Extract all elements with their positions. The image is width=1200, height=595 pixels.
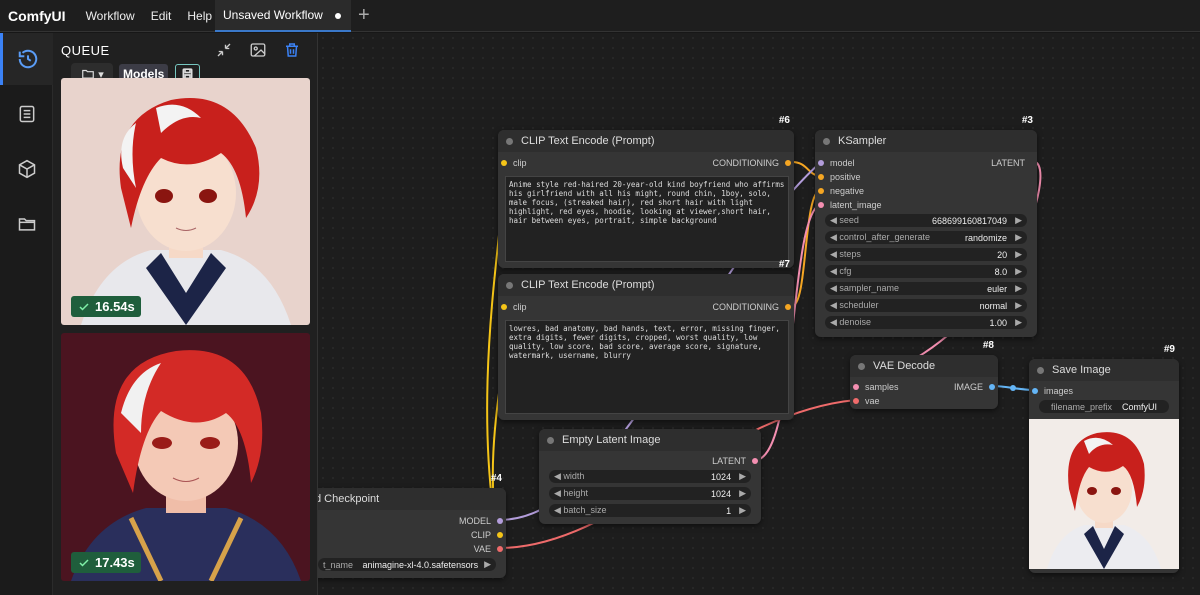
input-positive[interactable]: positive	[818, 172, 861, 182]
output-clip[interactable]: CLIP	[471, 530, 503, 540]
output-conditioning[interactable]: CONDITIONING	[713, 302, 791, 312]
plus-icon[interactable]: +	[358, 4, 370, 27]
input-latent-image[interactable]: latent_image	[818, 200, 882, 210]
collapse-icon[interactable]	[215, 41, 235, 61]
node-title: Empty Latent Image	[562, 434, 661, 446]
top-bar: ComfyUI Workflow Edit Help Unsaved Workf…	[0, 0, 1200, 32]
save-image-node[interactable]: #9 Save Image images filename_prefix Comf…	[1029, 344, 1179, 573]
folder-icon[interactable]	[0, 198, 53, 250]
node-id: #9	[1163, 344, 1175, 355]
queue-title: QUEUE	[61, 43, 110, 58]
queue-result-image[interactable]: 16.54s	[61, 78, 310, 325]
node-status-icon	[506, 137, 513, 145]
input-negative[interactable]: negative	[818, 186, 864, 196]
node-id: #7	[778, 259, 790, 270]
ksampler-node[interactable]: #3 KSampler model positive negative late…	[815, 115, 1037, 337]
widget-filename-prefix[interactable]: filename_prefix ComfyUI	[1039, 400, 1169, 413]
widget-height[interactable]: ◀ height 1024 ▶	[549, 487, 751, 500]
clip-text-encode-node-positive[interactable]: #6 CLIP Text Encode (Prompt) clip CONDIT…	[498, 115, 794, 268]
node-status-icon	[823, 137, 830, 145]
input-clip[interactable]: clip	[501, 158, 527, 168]
empty-latent-image-node[interactable]: Empty Latent Image LATENT ◀ width 1024 ▶ ◀…	[539, 429, 761, 524]
duration-text: 16.54s	[95, 299, 135, 314]
widget-control-after-generate[interactable]: ◀ control_after_generate randomize ▶	[825, 231, 1027, 244]
menu-workflow[interactable]: Workflow	[78, 9, 143, 23]
output-latent[interactable]: LATENT	[712, 456, 758, 466]
widget-scheduler[interactable]: ◀ scheduler normal ▶	[825, 299, 1027, 312]
node-title: VAE Decode	[873, 360, 936, 372]
prompt-textarea[interactable]: Anime style red-haired 20-year-old kind …	[505, 176, 789, 262]
output-image[interactable]: IMAGE	[954, 382, 995, 392]
trash-icon[interactable]	[283, 41, 303, 61]
widget-sampler-name[interactable]: ◀ sampler_name euler ▶	[825, 282, 1027, 295]
node-id: #8	[982, 340, 994, 351]
node-status-icon	[858, 362, 865, 370]
node-id: #3	[1021, 115, 1033, 126]
queue-panel: QUEUE ▾ Models 16.54s 17.43s	[53, 33, 318, 595]
image-icon[interactable]	[249, 41, 269, 61]
duration-badge: 17.43s	[71, 552, 141, 573]
node-status-icon	[547, 436, 554, 444]
node-status-icon	[506, 281, 513, 289]
node-id: #4	[490, 473, 502, 484]
node-title: CLIP Text Encode (Prompt)	[521, 135, 655, 147]
widget-batch-size[interactable]: ◀ batch_size 1 ▶	[549, 504, 751, 517]
model-library-icon[interactable]	[0, 143, 53, 195]
output-vae[interactable]: VAE	[474, 544, 503, 554]
input-images[interactable]: images	[1032, 386, 1073, 396]
input-vae[interactable]: vae	[853, 396, 880, 406]
widget-seed[interactable]: ◀ seed 668699160817049 ▶	[825, 214, 1027, 227]
graph-canvas[interactable]: #6 CLIP Text Encode (Prompt) clip CONDIT…	[318, 33, 1200, 595]
input-model[interactable]: model	[818, 158, 855, 168]
prompt-textarea[interactable]: lowres, bad anatomy, bad hands, text, er…	[505, 320, 789, 414]
duration-badge: 16.54s	[71, 296, 141, 317]
output-conditioning[interactable]: CONDITIONING	[713, 158, 791, 168]
vae-decode-node[interactable]: #8 VAE Decode samples vae IMAGE	[850, 340, 998, 409]
output-model[interactable]: MODEL	[459, 516, 503, 526]
input-clip[interactable]: clip	[501, 302, 527, 312]
tab-unsaved-workflow[interactable]: Unsaved Workflow	[215, 0, 351, 32]
clip-text-encode-node-negative[interactable]: #7 CLIP Text Encode (Prompt) clip CONDIT…	[498, 259, 794, 420]
tab-label: Unsaved Workflow	[223, 8, 323, 22]
load-checkpoint-node[interactable]: #4 d Checkpoint MODEL CLIP VAE t_name ani…	[318, 473, 506, 578]
workflow-icon[interactable]	[0, 88, 53, 140]
save-image-preview	[1029, 419, 1179, 569]
node-title: d Checkpoint	[318, 493, 380, 505]
node-title: KSampler	[838, 135, 887, 147]
widget-denoise[interactable]: ◀ denoise 1.00 ▶	[825, 316, 1027, 329]
menu-edit[interactable]: Edit	[143, 9, 180, 23]
widget-cfg[interactable]: ◀ cfg 8.0 ▶	[825, 265, 1027, 278]
widget-width[interactable]: ◀ width 1024 ▶	[549, 470, 751, 483]
node-status-icon	[1037, 366, 1044, 374]
node-title: Save Image	[1052, 364, 1111, 376]
node-id: #6	[778, 115, 790, 126]
input-samples[interactable]: samples	[853, 382, 899, 392]
unsaved-dot-icon	[335, 13, 341, 19]
sidebar	[0, 33, 53, 595]
history-icon[interactable]	[0, 33, 53, 85]
widget-steps[interactable]: ◀ steps 20 ▶	[825, 248, 1027, 261]
node-title: CLIP Text Encode (Prompt)	[521, 279, 655, 291]
menu-help[interactable]: Help	[179, 9, 220, 23]
widget-ckpt-name[interactable]: t_name animagine-xl-4.0.safetensors ▶	[318, 558, 496, 571]
output-latent[interactable]: LATENT	[991, 158, 1025, 168]
duration-text: 17.43s	[95, 555, 135, 570]
queue-result-image[interactable]: 17.43s	[61, 333, 310, 581]
app-brand: ComfyUI	[8, 7, 66, 24]
